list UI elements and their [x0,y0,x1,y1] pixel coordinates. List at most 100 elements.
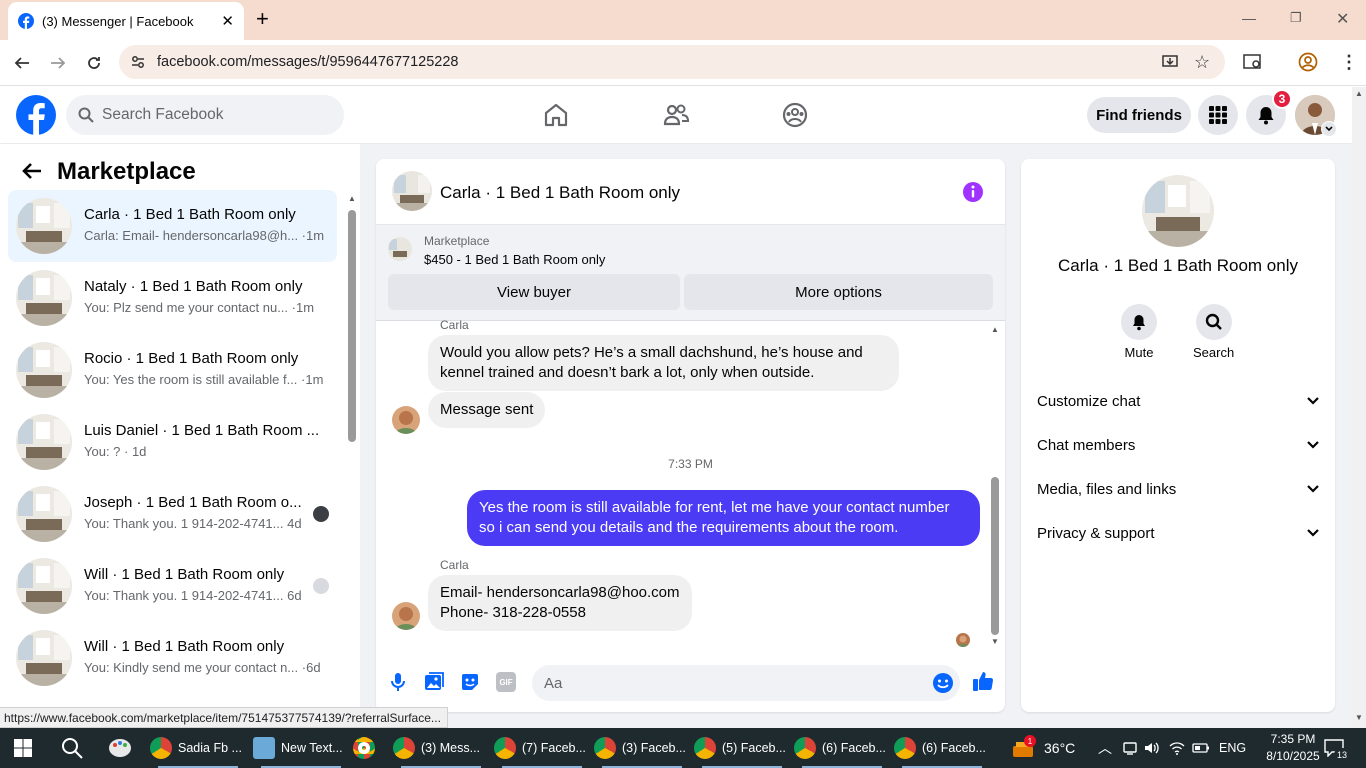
browser-menu-icon[interactable]: ⋮ [1340,52,1358,73]
mute-label: Mute [1124,345,1154,360]
conversation-item[interactable]: Rocio · 1 Bed 1 Bath Room only You: Yes t… [8,334,337,406]
taskbar-window[interactable]: Sadia Fb ... [150,728,246,768]
account-chevron-down-icon[interactable] [1321,121,1337,137]
friends-icon[interactable] [663,102,689,128]
customize-chat-row[interactable]: Customize chat [1037,381,1319,421]
conversation-avatar[interactable] [1142,175,1214,247]
like-thumbs-up-icon[interactable] [972,670,994,692]
menu-grid-icon[interactable] [1198,95,1238,135]
notification-count: 13 [1334,748,1350,762]
chat-listing-avatar[interactable] [392,171,432,211]
conversation-list-scrollbar[interactable]: ▲ [347,194,357,708]
new-tab-button[interactable]: + [256,8,269,30]
taskbar-window[interactable]: (3) Mess... [393,728,489,768]
conversation-item[interactable]: Nataly · 1 Bed 1 Bath Room only You: Plz … [8,262,337,334]
listing-avatar [16,630,72,686]
taskbar-window[interactable]: (5) Faceb... [694,728,790,768]
bell-icon [1121,304,1157,340]
wifi-icon[interactable] [1169,728,1185,768]
sticker-icon[interactable] [460,672,480,692]
forward-arrow-icon[interactable] [47,52,69,74]
conversation-item[interactable]: Carla · 1 Bed 1 Bath Room only Carla: Ema… [8,190,337,262]
windows-taskbar: Sadia Fb ... New Text... (3) Mess... (7) Fa… [0,728,1366,768]
close-tab-icon[interactable]: ✕ [221,12,234,30]
conversation-preview: You: ? · 1d [84,444,147,459]
input-language[interactable]: ENG [1219,728,1246,768]
search-label: Search [1193,345,1235,360]
facebook-logo-icon[interactable] [16,95,56,135]
message-input[interactable]: Aa [532,665,960,701]
incoming-message[interactable]: Would you allow pets? He’s a small dachs… [428,335,899,391]
clock-date: 8/10/2025 [1266,749,1320,763]
bookmark-star-icon[interactable]: ☆ [1194,52,1210,73]
gif-icon[interactable]: GIF [496,672,516,692]
groups-icon[interactable] [782,102,808,128]
chevron-down-icon [1307,441,1319,449]
battery-icon[interactable] [1192,728,1210,768]
mute-button[interactable]: Mute [1121,304,1157,360]
conversation-item[interactable]: Joseph · 1 Bed 1 Bath Room o... You: Than… [8,478,337,550]
minimize-icon[interactable]: — [1242,10,1256,26]
browser-tab-strip: (3) Messenger | Facebook ✕ + — ❐ ✕ [0,0,1366,40]
more-options-button[interactable]: More options [684,274,993,310]
profile-icon[interactable] [1298,52,1318,72]
restore-icon[interactable]: ❐ [1290,10,1302,26]
system-clock[interactable]: 7:35 PM 8/10/2025 [1263,731,1323,765]
back-arrow-icon[interactable] [22,162,42,180]
search-in-conversation-button[interactable]: Search [1193,304,1234,360]
reading-mode-icon[interactable] [1243,53,1263,71]
emoji-icon[interactable] [932,672,954,694]
paint-app-icon[interactable] [108,728,132,768]
incoming-message[interactable]: Message sent [428,392,546,428]
seen-avatar-icon [313,506,329,522]
conversation-item[interactable]: Will · 1 Bed 1 Bath Room only You: Thank … [8,550,337,622]
taskbar-window[interactable]: New Text... [253,728,349,768]
media-files-links-row[interactable]: Media, files and links [1037,469,1319,509]
meet-now-icon[interactable] [1122,728,1138,768]
chat-scrollbar[interactable]: ▲ ▼ [990,325,1000,649]
taskbar-window[interactable]: (6) Faceb... [894,728,990,768]
browser-tab[interactable]: (3) Messenger | Facebook ✕ [8,2,244,40]
chrome-app-icon[interactable] [353,728,381,768]
outgoing-message[interactable]: Yes the room is still available for rent… [467,490,980,546]
taskbar-window-label: Sadia Fb ... [178,741,242,755]
reload-icon[interactable] [83,52,105,74]
chat-title[interactable]: Carla · 1 Bed 1 Bath Room only [440,183,680,203]
url-bar[interactable]: facebook.com/messages/t/9596447677125228… [119,45,1225,79]
page-scrollbar[interactable]: ▲ ▼ [1352,87,1366,728]
taskbar-window[interactable]: (7) Faceb... [494,728,590,768]
weather-icon[interactable] [1012,728,1034,768]
site-settings-icon[interactable] [130,54,146,70]
taskbar-window-label: (6) Faceb... [922,741,986,755]
view-buyer-button[interactable]: View buyer [388,274,680,310]
listing-avatar [16,270,72,326]
incoming-message[interactable]: Email- hendersoncarla98@hoo.com Phone- 3… [428,575,692,631]
microphone-icon[interactable] [389,672,407,692]
close-window-icon[interactable]: ✕ [1336,9,1349,29]
listing-thumbnail[interactable] [388,237,412,261]
conversation-item[interactable]: Will · 1 Bed 1 Bath Room only You: Kindly… [8,622,337,694]
sender-avatar[interactable] [392,406,420,434]
listing-title[interactable]: $450 - 1 Bed 1 Bath Room only [424,252,605,267]
back-arrow-icon[interactable] [11,52,33,74]
attach-photo-icon[interactable] [424,672,444,692]
home-icon[interactable] [543,102,569,128]
info-icon[interactable] [962,181,984,203]
taskbar-search-icon[interactable] [61,728,83,768]
windows-start-icon[interactable] [14,728,32,768]
search-facebook-input[interactable]: Search Facebook [66,95,344,135]
conversation-name: Carla · 1 Bed 1 Bath Room only [84,206,296,223]
volume-icon[interactable] [1144,728,1160,768]
chat-members-row[interactable]: Chat members [1037,425,1319,465]
show-hidden-icons-chevron-up-icon[interactable]: ︿ [1098,728,1112,768]
weather-temperature[interactable]: 36°C [1044,728,1075,768]
message-timestamp: 7:33 PM [668,457,713,471]
taskbar-window[interactable]: (3) Faceb... [594,728,690,768]
privacy-support-row[interactable]: Privacy & support [1037,513,1319,553]
sender-avatar[interactable] [392,602,420,630]
conversation-item[interactable]: Luis Daniel · 1 Bed 1 Bath Room ... You: … [8,406,337,478]
find-friends-button[interactable]: Find friends [1087,97,1191,133]
install-app-icon[interactable] [1161,53,1179,71]
message-input-placeholder: Aa [544,674,563,692]
taskbar-window[interactable]: (6) Faceb... [794,728,890,768]
